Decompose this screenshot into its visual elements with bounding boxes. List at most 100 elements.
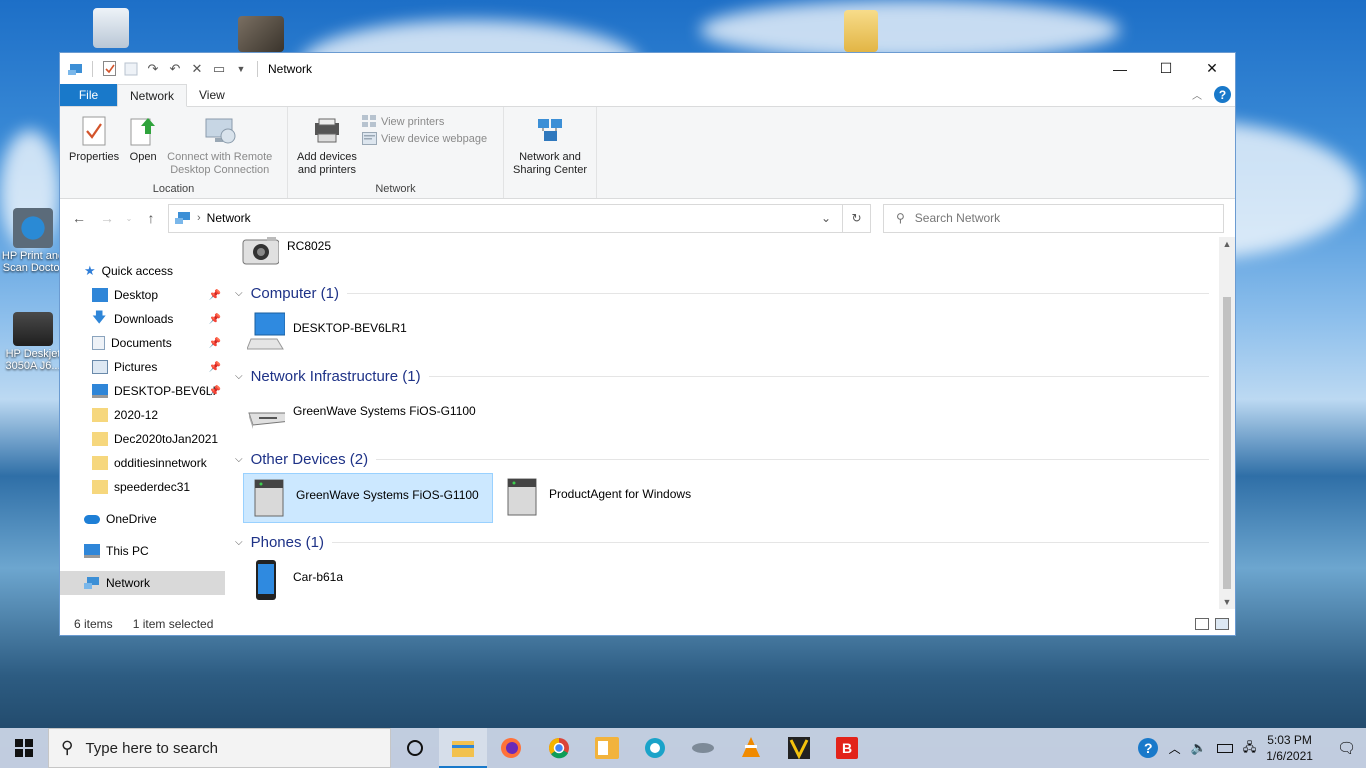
- maximize-button[interactable]: ☐: [1143, 53, 1189, 84]
- taskbar-firefox[interactable]: [487, 728, 535, 768]
- taskbar-outlook[interactable]: [583, 728, 631, 768]
- desktop-icon-photo[interactable]: [224, 16, 298, 54]
- group-header-computer[interactable]: ⌵ Computer (1): [235, 283, 1209, 303]
- scroll-up-icon[interactable]: ▲: [1219, 239, 1235, 249]
- tab-view[interactable]: View: [187, 84, 237, 106]
- customize-dropdown-icon[interactable]: ▼: [233, 61, 249, 77]
- forward-button[interactable]: →: [96, 207, 118, 229]
- pin-icon[interactable]: 📌: [209, 290, 221, 301]
- nav-item-folder-odditiesinnetwork[interactable]: odditiesinnetwork: [60, 451, 225, 475]
- address-bar[interactable]: › Network ⌄ ↻: [168, 203, 871, 233]
- redo-icon[interactable]: ↷: [145, 61, 161, 77]
- help-icon[interactable]: ?: [1214, 86, 1231, 103]
- downloads-icon: 🡇: [92, 309, 107, 325]
- nav-item-folder-2020-12[interactable]: 2020-12: [60, 403, 225, 427]
- properties-icon[interactable]: [101, 61, 117, 77]
- nav-item-folder-dec2020tojan2021[interactable]: Dec2020toJan2021: [60, 427, 225, 451]
- view-device-webpage-button[interactable]: View device webpage: [361, 132, 487, 145]
- battery-icon[interactable]: [1216, 743, 1233, 753]
- pin-icon[interactable]: 📌: [209, 314, 221, 325]
- cortana-button[interactable]: [391, 728, 439, 768]
- desktop-icon-folder[interactable]: [824, 10, 898, 54]
- nav-item-desktop-pc[interactable]: DESKTOP-BEV6LI 📌: [60, 379, 225, 403]
- group-header-network-infrastructure[interactable]: ⌵ Network Infrastructure (1): [235, 366, 1209, 386]
- pin-icon[interactable]: 📌: [209, 362, 221, 373]
- scrollbar-thumb[interactable]: [1223, 297, 1231, 589]
- view-printers-button[interactable]: View printers: [361, 115, 487, 128]
- back-button[interactable]: ←: [68, 207, 90, 229]
- taskbar-file-explorer[interactable]: [439, 728, 487, 768]
- folder-icon: [92, 480, 108, 494]
- pin-icon[interactable]: 📌: [209, 386, 221, 397]
- volume-icon[interactable]: 🔈: [1191, 740, 1207, 756]
- content-pane: RC8025 ⌵ Computer (1) DESKTOP-BEV6LR1 ⌵ …: [225, 237, 1235, 609]
- tab-network[interactable]: Network: [117, 84, 188, 107]
- taskbar-photos-app[interactable]: [631, 728, 679, 768]
- address-dropdown-icon[interactable]: ⌄: [816, 205, 836, 232]
- cortana-icon: [407, 740, 423, 756]
- taskbar-bitdefender[interactable]: B: [823, 728, 871, 768]
- rename-icon[interactable]: ▭: [211, 61, 227, 77]
- network-item-camera[interactable]: RC8025: [235, 237, 475, 275]
- phone-icon: [247, 560, 285, 600]
- nav-onedrive[interactable]: OneDrive: [60, 507, 225, 531]
- network-item-greenwave-device[interactable]: GreenWave Systems FiOS-G1100: [243, 473, 493, 523]
- taskbar-search-box[interactable]: ⚲ Type here to search: [48, 728, 391, 768]
- network-item-desktop-bev6lr1[interactable]: DESKTOP-BEV6LR1: [241, 307, 481, 357]
- close-button[interactable]: ✕: [1189, 53, 1235, 84]
- chevron-up-icon[interactable]: ︿: [1169, 740, 1181, 757]
- printers-icon: [361, 115, 376, 127]
- nav-quick-access[interactable]: ★ Quick access: [60, 259, 225, 283]
- nav-this-pc[interactable]: This PC: [60, 539, 225, 563]
- details-view-icon[interactable]: [1195, 618, 1209, 630]
- network-sharing-center-button[interactable]: Network and Sharing Center: [510, 113, 590, 198]
- pin-icon[interactable]: 📌: [209, 338, 221, 349]
- recent-locations-button[interactable]: ⌄: [124, 207, 134, 229]
- title-bar[interactable]: ↷ ↶ ✕ ▭ ▼ Network — ☐ ✕: [60, 53, 1235, 84]
- large-icons-view-icon[interactable]: [1215, 618, 1229, 630]
- vertical-scrollbar[interactable]: ▲ ▼: [1219, 237, 1235, 609]
- taskbar-chrome[interactable]: [535, 728, 583, 768]
- help-icon[interactable]: ?: [1137, 737, 1159, 759]
- svg-text:?: ?: [1144, 740, 1153, 756]
- nav-item-documents[interactable]: Documents 📌: [60, 331, 225, 355]
- hp-print-scan-doctor-icon: [13, 208, 53, 248]
- network-item-phone[interactable]: Car-b61a: [241, 556, 481, 606]
- new-folder-icon[interactable]: [123, 61, 139, 77]
- item-label: GreenWave Systems FiOS-G1100: [293, 404, 476, 418]
- search-box[interactable]: ⚲ Search Network: [883, 203, 1224, 233]
- up-button[interactable]: ↑: [140, 207, 162, 229]
- delete-icon[interactable]: ✕: [189, 61, 205, 77]
- nav-network[interactable]: Network: [60, 571, 225, 595]
- network-item-router[interactable]: GreenWave Systems FiOS-G1100: [241, 390, 501, 440]
- network-icon[interactable]: 🖧: [1243, 738, 1256, 759]
- tab-file[interactable]: File: [60, 84, 117, 106]
- nav-item-downloads[interactable]: 🡇 Downloads 📌: [60, 307, 225, 331]
- folder-icon: [92, 432, 108, 446]
- taskbar-drive[interactable]: [679, 728, 727, 768]
- bitdefender-icon: B: [836, 737, 858, 759]
- collapse-ribbon-icon[interactable]: ︿: [1192, 87, 1202, 102]
- notifications-icon[interactable]: 🗨: [1337, 739, 1356, 757]
- webpage-icon: [361, 132, 377, 145]
- taskbar-vectorize[interactable]: [775, 728, 823, 768]
- group-header-phones[interactable]: ⌵ Phones (1): [235, 532, 1209, 552]
- nav-item-desktop[interactable]: Desktop 📌: [60, 283, 225, 307]
- window-controls: — ☐ ✕: [1097, 53, 1235, 84]
- nav-item-folder-speederdec31[interactable]: speederdec31: [60, 475, 225, 499]
- scroll-down-icon[interactable]: ▼: [1219, 597, 1235, 607]
- folder-icon: [844, 10, 878, 52]
- desktop-icon-recycle-bin[interactable]: [74, 8, 148, 50]
- clock[interactable]: 5:03 PM 1/6/2021: [1266, 732, 1313, 764]
- nav-item-pictures[interactable]: Pictures 📌: [60, 355, 225, 379]
- clock-date: 1/6/2021: [1266, 749, 1313, 763]
- minimize-button[interactable]: —: [1097, 53, 1143, 84]
- taskbar-vlc[interactable]: [727, 728, 775, 768]
- undo-icon[interactable]: ↶: [167, 61, 183, 77]
- breadcrumb-network[interactable]: Network: [207, 211, 251, 225]
- network-item-productagent[interactable]: ProductAgent for Windows: [497, 473, 747, 523]
- desktop-folder-icon: [92, 288, 108, 302]
- start-button[interactable]: [0, 728, 48, 768]
- group-header-other-devices[interactable]: ⌵ Other Devices (2): [235, 449, 1209, 469]
- refresh-icon[interactable]: ↻: [842, 204, 870, 232]
